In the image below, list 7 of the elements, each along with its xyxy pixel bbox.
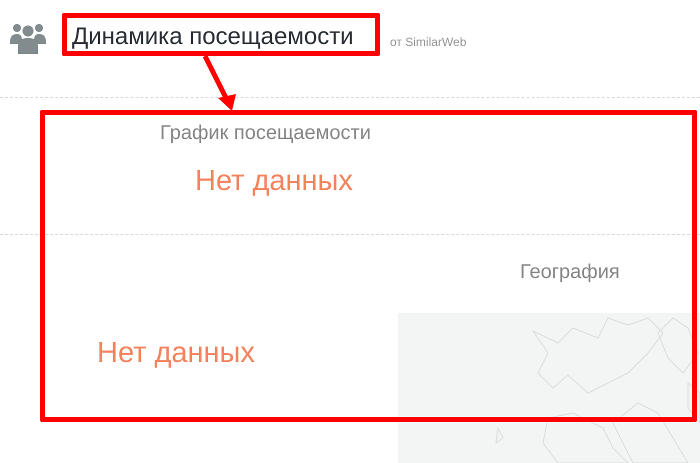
source-label: от SimilarWeb: [390, 35, 466, 49]
no-data-text: Нет данных: [97, 337, 256, 370]
page-title: Динамика посещаемости: [72, 24, 355, 50]
section-title: География: [520, 261, 621, 285]
users-icon: [10, 22, 46, 54]
section-title: График посещаемости: [160, 122, 372, 145]
no-data-text: Нет данных: [195, 165, 354, 198]
